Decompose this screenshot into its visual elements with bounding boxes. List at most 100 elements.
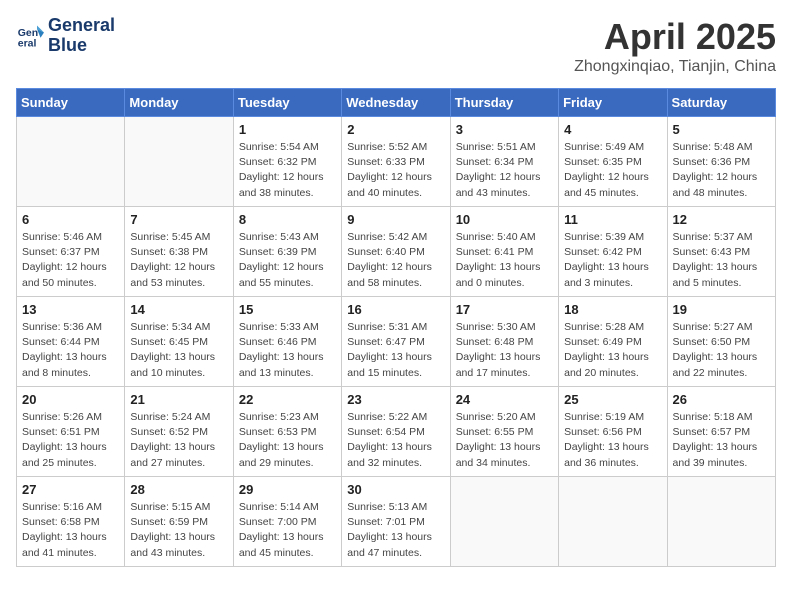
day-info: Sunrise: 5:16 AMSunset: 6:58 PMDaylight:… [22,500,119,561]
day-info: Sunrise: 5:27 AMSunset: 6:50 PMDaylight:… [673,320,770,381]
calendar-day-cell: 8 Sunrise: 5:43 AMSunset: 6:39 PMDaylight… [233,207,341,297]
day-info: Sunrise: 5:15 AMSunset: 6:59 PMDaylight:… [130,500,227,561]
calendar-week-row: 6 Sunrise: 5:46 AMSunset: 6:37 PMDaylight… [17,207,776,297]
calendar-week-row: 20Sunrise: 5:26 AMSunset: 6:51 PMDayligh… [17,387,776,477]
day-info: Sunrise: 5:45 AMSunset: 6:38 PMDaylight:… [130,230,227,291]
day-info: Sunrise: 5:33 AMSunset: 6:46 PMDaylight:… [239,320,336,381]
calendar-day-cell: 25Sunrise: 5:19 AMSunset: 6:56 PMDayligh… [559,387,667,477]
calendar-day-cell: 29 Sunrise: 5:14 AMSunset: 7:00 PMDayligh… [233,477,341,567]
day-info: Sunrise: 5:40 AMSunset: 6:41 PMDaylight:… [456,230,553,291]
calendar-day-cell: 30 Sunrise: 5:13 AMSunset: 7:01 PMDayligh… [342,477,450,567]
weekday-header: Thursday [450,89,558,117]
day-number: 11 [564,212,661,227]
day-number: 6 [22,212,119,227]
calendar-day-cell: 21Sunrise: 5:24 AMSunset: 6:52 PMDayligh… [125,387,233,477]
calendar-day-cell: 7 Sunrise: 5:45 AMSunset: 6:38 PMDaylight… [125,207,233,297]
day-number: 5 [673,122,770,137]
calendar-day-cell: 6 Sunrise: 5:46 AMSunset: 6:37 PMDaylight… [17,207,125,297]
day-number: 3 [456,122,553,137]
svg-text:eral: eral [18,37,37,49]
day-info: Sunrise: 5:37 AMSunset: 6:43 PMDaylight:… [673,230,770,291]
day-number: 7 [130,212,227,227]
day-info: Sunrise: 5:30 AMSunset: 6:48 PMDaylight:… [456,320,553,381]
day-info: Sunrise: 5:46 AMSunset: 6:37 PMDaylight:… [22,230,119,291]
calendar-header-row: SundayMondayTuesdayWednesdayThursdayFrid… [17,89,776,117]
day-info: Sunrise: 5:20 AMSunset: 6:55 PMDaylight:… [456,410,553,471]
calendar-day-cell: 24 Sunrise: 5:20 AMSunset: 6:55 PMDayligh… [450,387,558,477]
day-number: 15 [239,302,336,317]
calendar-week-row: 27 Sunrise: 5:16 AMSunset: 6:58 PMDayligh… [17,477,776,567]
calendar-day-cell: 22 Sunrise: 5:23 AMSunset: 6:53 PMDayligh… [233,387,341,477]
day-info: Sunrise: 5:48 AMSunset: 6:36 PMDaylight:… [673,140,770,201]
calendar-day-cell [559,477,667,567]
day-number: 27 [22,482,119,497]
day-number: 19 [673,302,770,317]
calendar-day-cell: 23Sunrise: 5:22 AMSunset: 6:54 PMDayligh… [342,387,450,477]
day-info: Sunrise: 5:18 AMSunset: 6:57 PMDaylight:… [673,410,770,471]
calendar-day-cell: 12 Sunrise: 5:37 AMSunset: 6:43 PMDayligh… [667,207,775,297]
calendar-day-cell: 28 Sunrise: 5:15 AMSunset: 6:59 PMDayligh… [125,477,233,567]
day-info: Sunrise: 5:19 AMSunset: 6:56 PMDaylight:… [564,410,661,471]
weekday-header: Monday [125,89,233,117]
day-number: 1 [239,122,336,137]
weekday-header: Friday [559,89,667,117]
day-number: 30 [347,482,444,497]
calendar-day-cell: 19 Sunrise: 5:27 AMSunset: 6:50 PMDayligh… [667,297,775,387]
day-number: 4 [564,122,661,137]
calendar-table: SundayMondayTuesdayWednesdayThursdayFrid… [16,88,776,567]
day-number: 17 [456,302,553,317]
calendar-day-cell: 4 Sunrise: 5:49 AMSunset: 6:35 PMDaylight… [559,117,667,207]
day-info: Sunrise: 5:49 AMSunset: 6:35 PMDaylight:… [564,140,661,201]
day-number: 24 [456,392,553,407]
day-number: 9 [347,212,444,227]
day-info: Sunrise: 5:36 AMSunset: 6:44 PMDaylight:… [22,320,119,381]
calendar-day-cell: 15 Sunrise: 5:33 AMSunset: 6:46 PMDayligh… [233,297,341,387]
calendar-day-cell: 13 Sunrise: 5:36 AMSunset: 6:44 PMDayligh… [17,297,125,387]
logo: Gen eral General Blue [16,16,115,56]
location: Zhongxinqiao, Tianjin, China [574,58,776,76]
calendar-day-cell: 14Sunrise: 5:34 AMSunset: 6:45 PMDayligh… [125,297,233,387]
day-info: Sunrise: 5:24 AMSunset: 6:52 PMDaylight:… [130,410,227,471]
day-number: 8 [239,212,336,227]
day-number: 22 [239,392,336,407]
day-info: Sunrise: 5:28 AMSunset: 6:49 PMDaylight:… [564,320,661,381]
weekday-header: Wednesday [342,89,450,117]
day-info: Sunrise: 5:52 AMSunset: 6:33 PMDaylight:… [347,140,444,201]
day-number: 16 [347,302,444,317]
day-info: Sunrise: 5:23 AMSunset: 6:53 PMDaylight:… [239,410,336,471]
calendar-day-cell: 11 Sunrise: 5:39 AMSunset: 6:42 PMDayligh… [559,207,667,297]
day-info: Sunrise: 5:43 AMSunset: 6:39 PMDaylight:… [239,230,336,291]
calendar-week-row: 1Sunrise: 5:54 AMSunset: 6:32 PMDaylight… [17,117,776,207]
day-number: 12 [673,212,770,227]
title-block: April 2025 Zhongxinqiao, Tianjin, China [574,16,776,76]
calendar-day-cell: 20Sunrise: 5:26 AMSunset: 6:51 PMDayligh… [17,387,125,477]
day-number: 2 [347,122,444,137]
calendar-day-cell: 27 Sunrise: 5:16 AMSunset: 6:58 PMDayligh… [17,477,125,567]
day-info: Sunrise: 5:42 AMSunset: 6:40 PMDaylight:… [347,230,444,291]
calendar-day-cell: 10 Sunrise: 5:40 AMSunset: 6:41 PMDayligh… [450,207,558,297]
calendar-day-cell [667,477,775,567]
weekday-header: Tuesday [233,89,341,117]
day-info: Sunrise: 5:34 AMSunset: 6:45 PMDaylight:… [130,320,227,381]
calendar-day-cell: 18Sunrise: 5:28 AMSunset: 6:49 PMDayligh… [559,297,667,387]
calendar-day-cell: 26Sunrise: 5:18 AMSunset: 6:57 PMDayligh… [667,387,775,477]
day-info: Sunrise: 5:26 AMSunset: 6:51 PMDaylight:… [22,410,119,471]
calendar-day-cell: 1Sunrise: 5:54 AMSunset: 6:32 PMDaylight… [233,117,341,207]
weekday-header: Saturday [667,89,775,117]
day-info: Sunrise: 5:14 AMSunset: 7:00 PMDaylight:… [239,500,336,561]
calendar-day-cell: 17 Sunrise: 5:30 AMSunset: 6:48 PMDayligh… [450,297,558,387]
day-number: 10 [456,212,553,227]
calendar-day-cell: 9 Sunrise: 5:42 AMSunset: 6:40 PMDaylight… [342,207,450,297]
page-header: Gen eral General Blue April 2025 Zhongxi… [16,16,776,76]
month-title: April 2025 [574,16,776,58]
calendar-day-cell [17,117,125,207]
day-info: Sunrise: 5:51 AMSunset: 6:34 PMDaylight:… [456,140,553,201]
calendar-day-cell: 3 Sunrise: 5:51 AMSunset: 6:34 PMDaylight… [450,117,558,207]
day-number: 29 [239,482,336,497]
calendar-day-cell: 5 Sunrise: 5:48 AMSunset: 6:36 PMDaylight… [667,117,775,207]
day-info: Sunrise: 5:31 AMSunset: 6:47 PMDaylight:… [347,320,444,381]
day-info: Sunrise: 5:13 AMSunset: 7:01 PMDaylight:… [347,500,444,561]
day-info: Sunrise: 5:39 AMSunset: 6:42 PMDaylight:… [564,230,661,291]
day-number: 28 [130,482,227,497]
day-number: 13 [22,302,119,317]
